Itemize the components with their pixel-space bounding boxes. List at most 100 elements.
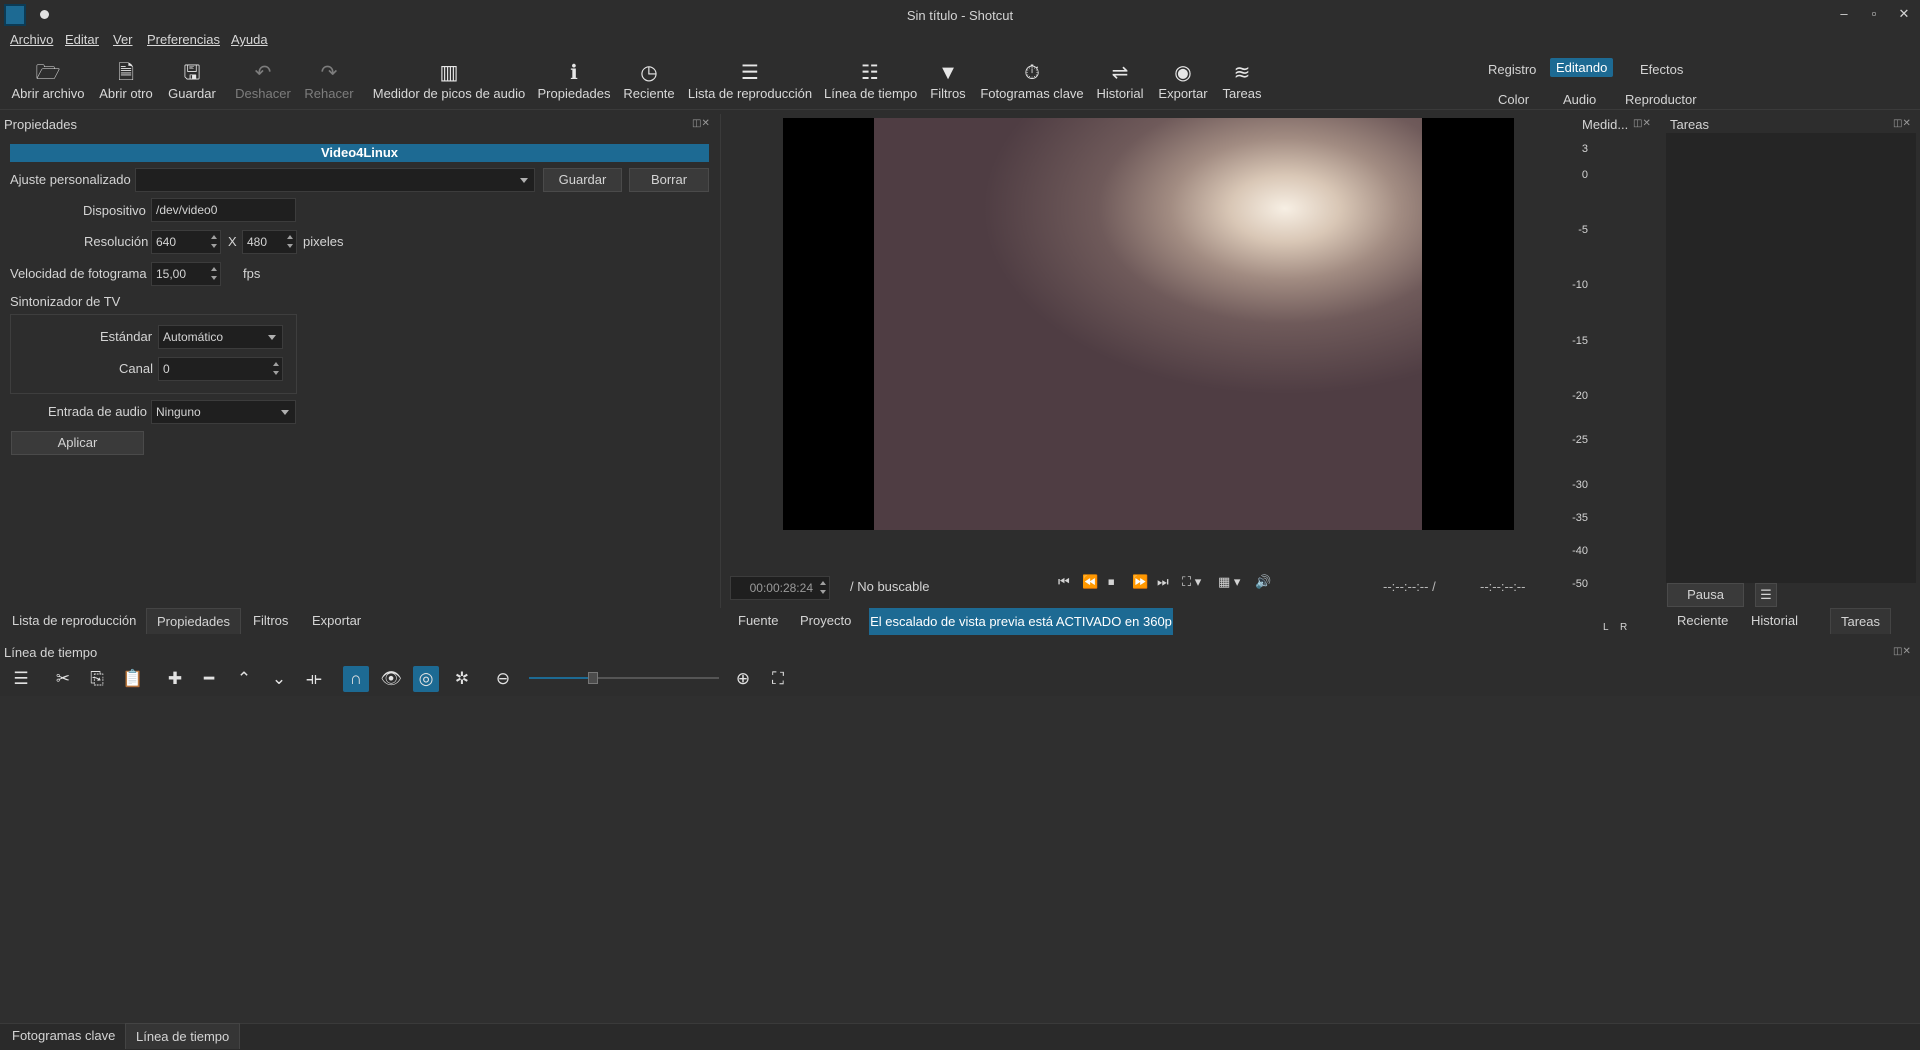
folder-open-icon: 🗁 (35, 62, 61, 84)
tab-timeline[interactable]: Línea de tiempo (125, 1023, 241, 1049)
save-preset-button[interactable]: Guardar (543, 168, 622, 192)
rewind-icon[interactable]: ⏪ (1082, 574, 1098, 590)
channel-label: Canal (119, 361, 153, 376)
open-file-button[interactable]: 🗁 Abrir archivo (10, 60, 86, 108)
skip-next-icon[interactable]: ⏭ (1157, 574, 1169, 590)
pause-jobs-button[interactable]: Pausa (1667, 583, 1744, 607)
info-icon: ℹ (570, 62, 578, 84)
zoom-out-icon[interactable]: ⊖ (490, 666, 516, 692)
properties-panel-title: Propiedades (4, 117, 77, 132)
recent-button[interactable]: ◷ Reciente (620, 60, 678, 108)
resolution-x-label: X (228, 234, 237, 249)
jobs-list[interactable] (1666, 133, 1916, 583)
spin-arrows-icon[interactable] (208, 263, 220, 285)
layout-editando-button[interactable]: Editando (1550, 58, 1614, 77)
timeline-menu-icon[interactable]: ☰ (8, 666, 34, 692)
copy-icon[interactable]: ⎘ (84, 666, 110, 692)
tab-jobs[interactable]: Tareas (1830, 608, 1892, 634)
split-icon[interactable]: ⟛ (301, 666, 327, 692)
tab-source[interactable]: Fuente (728, 608, 788, 634)
history-button[interactable]: ⇌ Historial (1094, 60, 1146, 108)
layout-reproductor-button[interactable]: Reproductor (1619, 90, 1703, 109)
tab-project[interactable]: Proyecto (790, 608, 861, 634)
jobs-button[interactable]: ≋ Tareas (1220, 60, 1264, 108)
cut-icon[interactable]: ✂ (50, 666, 76, 692)
audio-input-combo[interactable]: Ninguno (151, 400, 296, 424)
delete-preset-button[interactable]: Borrar (629, 168, 709, 192)
overwrite-icon[interactable]: ⌄ (266, 666, 292, 692)
layout-registro-button[interactable]: Registro (1482, 60, 1542, 79)
timeline-button[interactable]: ☷ Línea de tiempo (824, 60, 917, 108)
channel-spinbox[interactable]: 0 (158, 357, 283, 381)
zoom-slider-handle[interactable] (588, 672, 598, 684)
zoom-fit-timeline-icon[interactable]: ⛶ (765, 666, 791, 692)
filters-button[interactable]: ▼ Filtros (928, 60, 968, 108)
open-other-button[interactable]: 🗎 Abrir otro (96, 60, 156, 108)
spin-arrows-icon[interactable] (284, 231, 296, 253)
standard-combo[interactable]: Automático (158, 325, 283, 349)
playlist-button[interactable]: ☰ Lista de reproducción (687, 60, 813, 108)
main-toolbar: 🗁 Abrir archivo 🗎 Abrir otro 🖫 Guardar ↶… (0, 54, 1920, 110)
menu-ver[interactable]: Ver (113, 32, 133, 47)
tab-properties[interactable]: Propiedades (146, 608, 241, 634)
export-button[interactable]: ◉ Exportar (1157, 60, 1209, 108)
meter-scale-label: -40 (1572, 545, 1588, 557)
skip-previous-icon[interactable]: ⏮ (1058, 574, 1070, 590)
tab-keyframes[interactable]: Fotogramas clave (2, 1023, 125, 1049)
timeline-panel-title: Línea de tiempo (4, 645, 98, 660)
layout-efectos-button[interactable]: Efectos (1634, 60, 1689, 79)
scrub-icon[interactable]: 👁 (378, 666, 404, 692)
volume-icon[interactable]: 🔊 (1255, 574, 1271, 590)
tab-export[interactable]: Exportar (302, 608, 371, 634)
dock-float-close-icon[interactable]: ◫✕ (1633, 118, 1651, 129)
ripple-delete-icon[interactable]: ━ (196, 666, 222, 692)
stop-icon[interactable]: ⏹ (1108, 574, 1115, 590)
timecode-spinbox[interactable]: 00:00:28:24 (730, 576, 830, 600)
device-input[interactable]: /dev/video0 (151, 198, 296, 222)
audio-peak-meter-button[interactable]: ▥ Medidor de picos de audio (372, 60, 526, 108)
tab-recent[interactable]: Reciente (1667, 608, 1738, 634)
grid-icon[interactable]: ▦ ▾ (1218, 574, 1240, 590)
fast-forward-icon[interactable]: ⏩ (1132, 574, 1148, 590)
append-icon[interactable]: ✚ (162, 666, 188, 692)
menu-ayuda[interactable]: Ayuda (231, 32, 268, 47)
lift-icon[interactable]: ⌃ (231, 666, 257, 692)
chevron-down-icon (520, 178, 528, 183)
snap-icon[interactable]: ∩ (343, 666, 369, 692)
dock-float-close-icon[interactable]: ◫✕ (692, 118, 710, 129)
width-spinbox[interactable]: 640 (151, 230, 221, 254)
ripple-icon[interactable]: ◎ (413, 666, 439, 692)
menu-archivo[interactable]: Archivo (10, 32, 53, 47)
maximize-button[interactable]: ▫ (1866, 6, 1882, 22)
paste-icon[interactable]: 📋 (120, 666, 146, 692)
keyframes-button[interactable]: ⏱ Fotogramas clave (980, 60, 1084, 108)
dock-float-close-icon[interactable]: ◫✕ (1893, 118, 1911, 129)
close-window-button[interactable]: ✕ (1896, 6, 1912, 22)
layout-audio-button[interactable]: Audio (1557, 90, 1602, 109)
tab-history[interactable]: Historial (1741, 608, 1808, 634)
zoom-in-icon[interactable]: ⊕ (730, 666, 756, 692)
properties-button[interactable]: ℹ Propiedades (536, 60, 612, 108)
layout-color-button[interactable]: Color (1492, 90, 1535, 109)
save-button[interactable]: 🖫 Guardar (166, 60, 218, 108)
apply-button[interactable]: Aplicar (11, 431, 144, 455)
framerate-spinbox[interactable]: 15,00 (151, 262, 221, 286)
height-spinbox[interactable]: 480 (242, 230, 297, 254)
menu-editar[interactable]: Editar (65, 32, 99, 47)
spin-arrows-icon[interactable] (208, 231, 220, 253)
undo-button[interactable]: ↶ Deshacer (231, 60, 295, 108)
minimize-button[interactable]: – (1836, 6, 1852, 22)
redo-button[interactable]: ↷ Rehacer (299, 60, 359, 108)
spin-arrows-icon[interactable] (817, 577, 829, 599)
zoom-fit-icon[interactable]: ⛶ ▾ (1182, 574, 1201, 590)
spin-arrows-icon[interactable] (270, 358, 282, 380)
tab-filters[interactable]: Filtros (243, 608, 298, 634)
ripple-all-tracks-icon[interactable]: ✲ (449, 666, 475, 692)
jobs-menu-button[interactable]: ☰ (1755, 583, 1777, 607)
preset-combo[interactable] (135, 168, 535, 192)
dock-float-close-icon[interactable]: ◫✕ (1893, 646, 1911, 657)
menu-icon: ☰ (1760, 587, 1772, 602)
tab-playlist[interactable]: Lista de reproducción (2, 608, 146, 634)
fps-unit-label: fps (243, 266, 261, 281)
timeline-tracks-area[interactable] (0, 696, 1920, 1024)
